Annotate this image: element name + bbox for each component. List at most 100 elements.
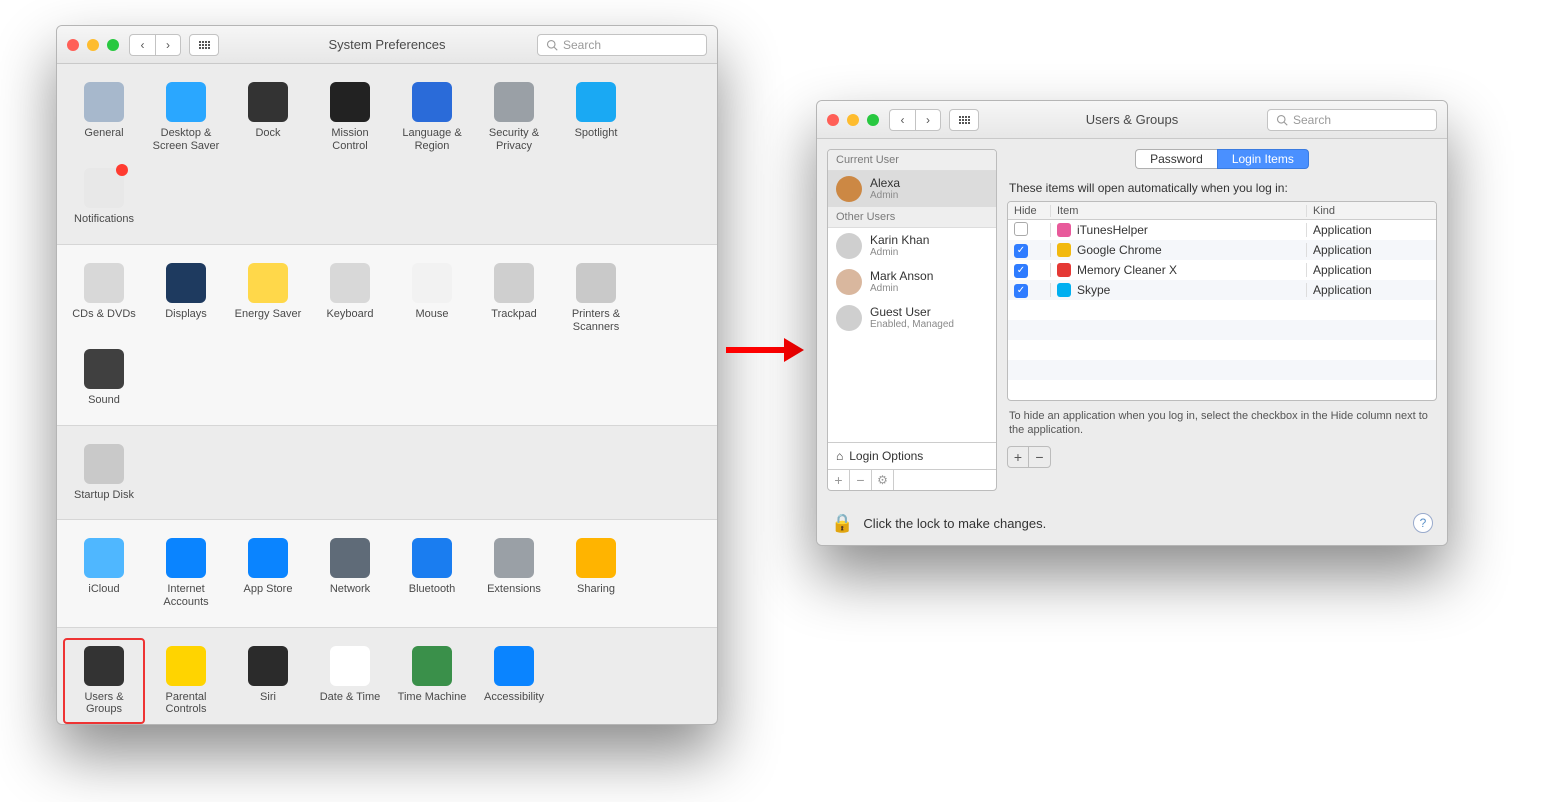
pref-bluetooth[interactable]: Bluetooth [391,530,473,616]
pref-siri[interactable]: Siri [227,638,309,724]
app-icon [1057,243,1071,257]
remove-user-button[interactable]: − [850,470,872,490]
show-all-button[interactable] [189,34,219,56]
zoom-button[interactable] [867,114,879,126]
pref-label: Bluetooth [395,583,469,596]
pref-internet[interactable]: Internet Accounts [145,530,227,616]
hide-checkbox[interactable]: ✓ [1014,264,1028,278]
pref-network[interactable]: Network [309,530,391,616]
login-options[interactable]: ⌂ Login Options [828,442,996,469]
pref-language[interactable]: Language & Region [391,74,473,160]
tab-login-items[interactable]: Login Items [1217,149,1309,169]
pref-extensions[interactable]: Extensions [473,530,555,616]
pref-timemachine[interactable]: Time Machine [391,638,473,724]
desktop-icon [166,82,206,122]
avatar [836,305,862,331]
close-button[interactable] [827,114,839,126]
login-item-row[interactable]: iTunesHelperApplication [1008,220,1436,240]
hide-checkbox[interactable]: ✓ [1014,284,1028,298]
pref-label: Users & Groups [67,691,141,716]
user-name: Mark Anson [870,270,933,283]
security-icon [494,82,534,122]
pref-appstore[interactable]: App Store [227,530,309,616]
lock-icon[interactable]: 🔒 [831,513,853,534]
pref-parental[interactable]: Parental Controls [145,638,227,724]
pref-energy[interactable]: Energy Saver [227,255,309,341]
app-icon [1057,283,1071,297]
help-button[interactable]: ? [1413,513,1433,533]
pref-cds[interactable]: CDs & DVDs [63,255,145,341]
pref-displays[interactable]: Displays [145,255,227,341]
current-user-header: Current User [828,150,996,171]
user-item[interactable]: Guest UserEnabled, Managed [828,300,996,336]
login-item-row[interactable]: ✓Memory Cleaner XApplication [1008,260,1436,280]
pref-dock[interactable]: Dock [227,74,309,160]
avatar [836,176,862,202]
col-hide[interactable]: Hide [1008,205,1050,217]
search-field[interactable]: Search [1267,109,1437,131]
user-current[interactable]: Alexa Admin [828,171,996,207]
pref-spotlight[interactable]: Spotlight [555,74,637,160]
user-item[interactable]: Mark AnsonAdmin [828,264,996,300]
login-item-row[interactable]: ✓Google ChromeApplication [1008,240,1436,260]
col-kind[interactable]: Kind [1306,205,1436,217]
grid-icon [959,116,970,124]
pref-printers[interactable]: Printers & Scanners [555,255,637,341]
spotlight-icon [576,82,616,122]
app-icon [1057,223,1071,237]
pref-label: Keyboard [313,308,387,321]
col-item[interactable]: Item [1050,205,1306,217]
pref-icloud[interactable]: iCloud [63,530,145,616]
pref-accessibility[interactable]: Accessibility [473,638,555,724]
add-user-button[interactable]: + [828,470,850,490]
user-actions-button[interactable]: ⚙ [872,470,894,490]
pref-trackpad[interactable]: Trackpad [473,255,555,341]
login-items-description: These items will open automatically when… [1009,181,1435,195]
user-item[interactable]: Karin KhanAdmin [828,228,996,264]
show-all-button[interactable] [949,109,979,131]
grid-icon [199,41,210,49]
search-field[interactable]: Search [537,34,707,56]
displays-icon [166,263,206,303]
pref-keyboard[interactable]: Keyboard [309,255,391,341]
remove-item-button[interactable]: − [1029,447,1050,467]
close-button[interactable] [67,39,79,51]
back-button[interactable]: ‹ [129,34,155,56]
pref-label: Siri [231,691,305,704]
forward-button[interactable]: › [155,34,181,56]
language-icon [412,82,452,122]
app-icon [1057,263,1071,277]
pref-security[interactable]: Security & Privacy [473,74,555,160]
minimize-button[interactable] [87,39,99,51]
pref-notifications[interactable]: Notifications [63,160,145,234]
pref-label: Extensions [477,583,551,596]
back-button[interactable]: ‹ [889,109,915,131]
hide-checkbox[interactable]: ✓ [1014,244,1028,258]
pref-users[interactable]: Users & Groups [63,638,145,724]
search-icon [1276,114,1288,126]
tabs: Password Login Items [1007,149,1437,169]
login-item-row[interactable]: ✓SkypeApplication [1008,280,1436,300]
forward-button[interactable]: › [915,109,941,131]
hide-checkbox[interactable] [1014,222,1028,236]
trackpad-icon [494,263,534,303]
pref-mouse[interactable]: Mouse [391,255,473,341]
pref-datetime[interactable]: Date & Time [309,638,391,724]
tab-password[interactable]: Password [1135,149,1217,169]
pref-sound[interactable]: Sound [63,341,145,415]
pref-startup[interactable]: Startup Disk [63,436,145,510]
pref-mission[interactable]: Mission Control [309,74,391,160]
network-icon [330,538,370,578]
icloud-icon [84,538,124,578]
item-name: Memory Cleaner X [1077,263,1177,277]
minimize-button[interactable] [847,114,859,126]
add-item-button[interactable]: + [1008,447,1029,467]
pref-general[interactable]: General [63,74,145,160]
general-icon [84,82,124,122]
add-remove-controls: + − [1007,446,1051,468]
user-name: Karin Khan [870,234,929,247]
parental-icon [166,646,206,686]
pref-sharing[interactable]: Sharing [555,530,637,616]
pref-desktop[interactable]: Desktop & Screen Saver [145,74,227,160]
zoom-button[interactable] [107,39,119,51]
